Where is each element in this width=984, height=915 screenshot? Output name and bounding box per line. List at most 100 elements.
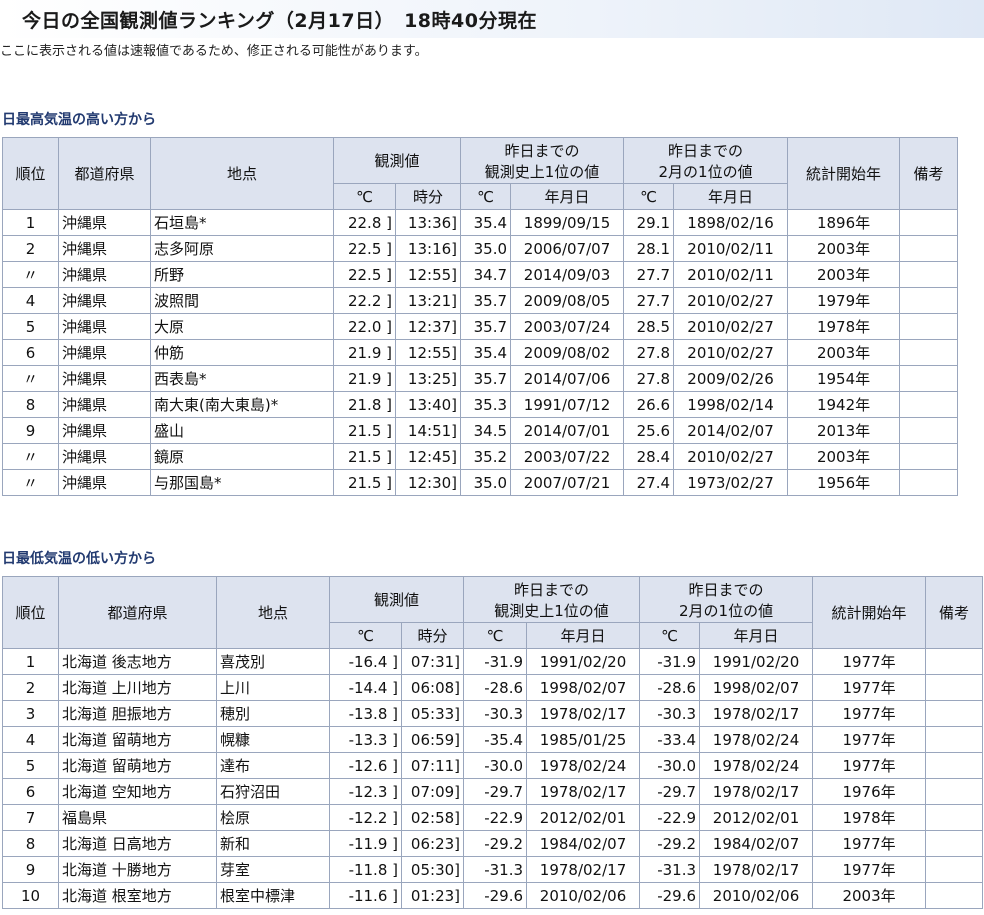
rank-cell: 1 bbox=[2, 209, 59, 236]
sub-deg-header: ℃ bbox=[460, 183, 512, 210]
point-cell: 桧原 bbox=[216, 804, 330, 831]
pref-cell: 福島県 bbox=[58, 804, 217, 831]
obs-time-cell: 07:11] bbox=[400, 752, 465, 779]
obs-value-cell: 21.5 ] bbox=[333, 443, 396, 470]
obs-time-cell: 05:30] bbox=[400, 856, 465, 883]
note-cell bbox=[899, 365, 959, 392]
table-row: 2 北海道 上川地方 上川 -14.4 ] 06:08] -28.6 1998/02/07-… bbox=[2, 674, 984, 701]
start-year-cell: 1896年 bbox=[787, 209, 901, 236]
start-year-cell: 1977年 bbox=[812, 700, 927, 727]
obs-time-cell: 13:25] bbox=[394, 365, 462, 392]
pref-cell: 沖縄県 bbox=[58, 417, 151, 444]
note-cell bbox=[899, 313, 959, 340]
table-row: 9 沖縄県 盛山 21.5 ] 14:51] 34.5 2014/07/01 25.6 2014… bbox=[2, 417, 959, 444]
note-cell bbox=[925, 882, 984, 909]
month-value-cell: 27.8 bbox=[623, 365, 675, 392]
hist-value-cell: -35.4 bbox=[463, 726, 528, 753]
point-cell: 盛山 bbox=[150, 417, 334, 444]
point-cell: 新和 bbox=[216, 830, 330, 857]
month-value-cell: -31.3 bbox=[639, 856, 701, 883]
start-year-cell: 1976年 bbox=[812, 778, 927, 805]
hist-value-cell: 35.7 bbox=[460, 287, 512, 314]
point-cell: 穂別 bbox=[216, 700, 330, 727]
month-date-cell: 1973/02/27 bbox=[673, 469, 789, 496]
point-cell: 波照間 bbox=[150, 287, 334, 314]
start-year-cell: 2003年 bbox=[787, 235, 901, 262]
pref-cell: 沖縄県 bbox=[58, 261, 151, 288]
notice-text: ここに表示される値は速報値であるため、修正される可能性があります。 bbox=[0, 44, 428, 59]
month-value-cell: 25.6 bbox=[623, 417, 675, 444]
start-year-cell: 1977年 bbox=[812, 752, 927, 779]
rank-cell: 5 bbox=[2, 313, 59, 340]
month-value-cell: 26.6 bbox=[623, 391, 675, 418]
rank-cell: 4 bbox=[2, 726, 59, 753]
high-section-title: 日最高気温の高い方から bbox=[2, 112, 156, 128]
pref-cell: 北海道 上川地方 bbox=[58, 674, 217, 701]
col-obs-header: 観測値 bbox=[328, 576, 465, 623]
rank-cell: 10 bbox=[2, 882, 59, 909]
obs-value-cell: 22.2 ] bbox=[333, 287, 396, 314]
table-row: 6 北海道 空知地方 石狩沼田 -12.3 ] 07:09] -29.7 1978/02/1… bbox=[2, 778, 984, 805]
obs-time-cell: 13:36] bbox=[394, 209, 462, 236]
hist-date-cell: 2009/08/02 bbox=[510, 339, 625, 366]
hist-value-cell: 35.3 bbox=[460, 391, 512, 418]
obs-value-cell: -11.6 ] bbox=[329, 882, 402, 909]
pref-cell: 沖縄県 bbox=[58, 209, 151, 236]
rank-cell: 9 bbox=[2, 856, 59, 883]
table-row: 1 北海道 後志地方 喜茂別 -16.4 ] 07:31] -31.9 1991/02/20… bbox=[2, 648, 984, 675]
col-obs-header: 観測値 bbox=[332, 137, 462, 184]
col-hist-header: 昨日までの 観測史上1位の値 bbox=[463, 576, 641, 623]
table-row: 〃沖縄県 与那国島* 21.5 ] 12:30] 35.0 2007/07/21 27.4 1… bbox=[2, 469, 959, 496]
low-section-title: 日最低気温の低い方から bbox=[2, 551, 156, 567]
month-value-cell: -22.9 bbox=[639, 804, 701, 831]
point-cell: 志多阿原 bbox=[150, 235, 334, 262]
obs-time-cell: 14:51] bbox=[394, 417, 462, 444]
rank-cell: 2 bbox=[2, 235, 59, 262]
obs-time-cell: 01:23] bbox=[400, 882, 465, 909]
obs-time-cell: 06:08] bbox=[400, 674, 465, 701]
hist-value-cell: -30.0 bbox=[463, 752, 528, 779]
month-date-cell: 1991/02/20 bbox=[699, 648, 814, 675]
title-bar: 今日の全国観測値ランキング（2月17日） 18時40分現在 bbox=[0, 0, 984, 38]
month-value-cell: 28.1 bbox=[623, 235, 675, 262]
month-value-cell: -28.6 bbox=[639, 674, 701, 701]
col-rank-header: 順位 bbox=[2, 576, 59, 649]
obs-value-cell: 22.5 ] bbox=[333, 235, 396, 262]
pref-cell: 北海道 十勝地方 bbox=[58, 856, 217, 883]
rank-cell: 8 bbox=[2, 391, 59, 418]
hist-date-cell: 2014/07/01 bbox=[510, 417, 625, 444]
rank-cell: 9 bbox=[2, 417, 59, 444]
table-row: 〃沖縄県 西表島* 21.9 ] 13:25] 35.7 2014/07/06 27.8 20… bbox=[2, 365, 959, 392]
note-cell bbox=[925, 752, 984, 779]
obs-value-cell: 21.9 ] bbox=[333, 339, 396, 366]
table-row: 6 沖縄県 仲筋 21.9 ] 12:55] 35.4 2009/08/02 27.8 2010… bbox=[2, 339, 959, 366]
hist-date-cell: 1978/02/17 bbox=[526, 856, 641, 883]
start-year-cell: 1977年 bbox=[812, 726, 927, 753]
start-year-cell: 1978年 bbox=[787, 313, 901, 340]
col-note-header: 備考 bbox=[899, 137, 959, 210]
point-cell: 幌糠 bbox=[216, 726, 330, 753]
hist-value-cell: 35.4 bbox=[460, 209, 512, 236]
rank-cell: 〃 bbox=[2, 469, 59, 496]
month-date-cell: 2012/02/01 bbox=[699, 804, 814, 831]
col-hist-header: 昨日までの 観測史上1位の値 bbox=[460, 137, 625, 184]
start-year-cell: 1977年 bbox=[812, 856, 927, 883]
table-row: 4 北海道 留萌地方 幌糠 -13.3 ] 06:59] -35.4 1985/01/25-… bbox=[2, 726, 984, 753]
table-row: 5 沖縄県 大原 22.0 ] 12:37] 35.7 2003/07/24 28.5 2010… bbox=[2, 313, 959, 340]
hist-date-cell: 2012/02/01 bbox=[526, 804, 641, 831]
obs-value-cell: -12.3 ] bbox=[329, 778, 402, 805]
month-value-cell: 27.4 bbox=[623, 469, 675, 496]
pref-cell: 北海道 胆振地方 bbox=[58, 700, 217, 727]
sub-deg-header: ℃ bbox=[329, 622, 402, 649]
start-year-cell: 2003年 bbox=[812, 882, 927, 909]
rank-cell: 6 bbox=[2, 778, 59, 805]
obs-time-cell: 12:37] bbox=[394, 313, 462, 340]
month-date-cell: 1978/02/17 bbox=[699, 778, 814, 805]
obs-time-cell: 12:30] bbox=[394, 469, 462, 496]
obs-time-cell: 13:40] bbox=[394, 391, 462, 418]
obs-time-cell: 12:55] bbox=[394, 261, 462, 288]
month-date-cell: 2010/02/11 bbox=[673, 261, 789, 288]
rank-cell: 7 bbox=[2, 804, 59, 831]
obs-value-cell: -14.4 ] bbox=[329, 674, 402, 701]
obs-time-cell: 05:33] bbox=[400, 700, 465, 727]
